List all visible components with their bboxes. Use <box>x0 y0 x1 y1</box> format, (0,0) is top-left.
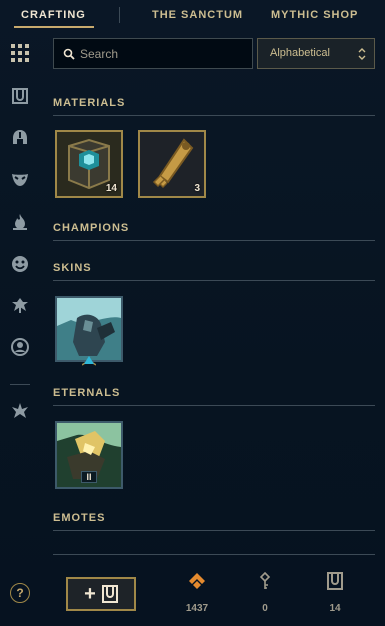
tab-the-sanctum[interactable]: THE SANCTUM <box>152 9 243 21</box>
section-divider <box>53 530 375 531</box>
currency-chests: 14 <box>315 572 355 614</box>
flame-icon[interactable] <box>9 211 31 233</box>
item-count: 3 <box>194 183 200 194</box>
sort-dropdown[interactable]: Alphabetical <box>257 38 375 69</box>
section-divider <box>53 280 375 281</box>
plus-label: + <box>84 583 96 605</box>
chest-icon <box>101 585 118 603</box>
section-divider <box>53 405 375 406</box>
section-divider <box>53 240 375 241</box>
orange-essence-count: 1437 <box>185 603 209 614</box>
skin-artwork-icon <box>57 298 121 360</box>
top-navigation: CRAFTING THE SANCTUM MYTHIC SHOP <box>0 0 385 32</box>
search-input[interactable] <box>80 45 245 63</box>
helmet-icon[interactable] <box>9 127 31 149</box>
item-count: 14 <box>105 183 117 194</box>
currency-keys: 0 <box>245 572 285 614</box>
material-item-hextech-chest[interactable]: 14 <box>55 130 123 198</box>
chest-icon <box>327 572 343 590</box>
section-title-champions: CHAMPIONS <box>53 222 130 234</box>
key-icon <box>259 572 271 589</box>
key-count: 0 <box>262 603 268 614</box>
skin-chroma-marker-icon <box>82 356 96 366</box>
footer-divider <box>53 554 375 555</box>
help-button[interactable]: ? <box>10 583 30 603</box>
section-title-eternals: ETERNALS <box>53 387 121 399</box>
eternal-item[interactable]: II <box>55 421 123 489</box>
sidebar-divider <box>10 384 30 385</box>
ward-icon[interactable] <box>9 294 31 316</box>
eternal-tier-badge: II <box>81 471 97 483</box>
tab-crafting[interactable]: CRAFTING <box>21 9 86 21</box>
sort-selected-value: Alphabetical <box>270 47 330 59</box>
category-sidebar: ? <box>0 32 42 626</box>
section-title-emotes: EMOTES <box>53 512 106 524</box>
mask-icon[interactable] <box>9 169 31 191</box>
tab-divider <box>119 7 120 23</box>
chevron-up-down-icon <box>358 48 366 60</box>
active-tab-indicator <box>14 26 94 28</box>
search-box[interactable] <box>53 38 253 69</box>
crest-icon[interactable] <box>9 400 31 422</box>
skin-item[interactable] <box>55 296 123 362</box>
search-icon <box>63 48 75 60</box>
emote-face-icon[interactable] <box>9 253 31 275</box>
material-item-key-fragment[interactable]: 3 <box>138 130 206 198</box>
orange-essence-icon <box>189 573 205 589</box>
add-chest-button[interactable]: + <box>66 577 136 611</box>
section-title-materials: MATERIALS <box>53 97 126 109</box>
profile-icon[interactable] <box>9 336 31 358</box>
tab-mythic-shop[interactable]: MYTHIC SHOP <box>271 9 358 21</box>
chest-count: 14 <box>329 603 341 614</box>
chest-icon[interactable] <box>9 85 31 107</box>
section-divider <box>53 115 375 116</box>
currency-orange-essence: 1437 <box>177 572 217 614</box>
section-title-skins: SKINS <box>53 262 92 274</box>
grid-icon[interactable] <box>9 42 31 64</box>
